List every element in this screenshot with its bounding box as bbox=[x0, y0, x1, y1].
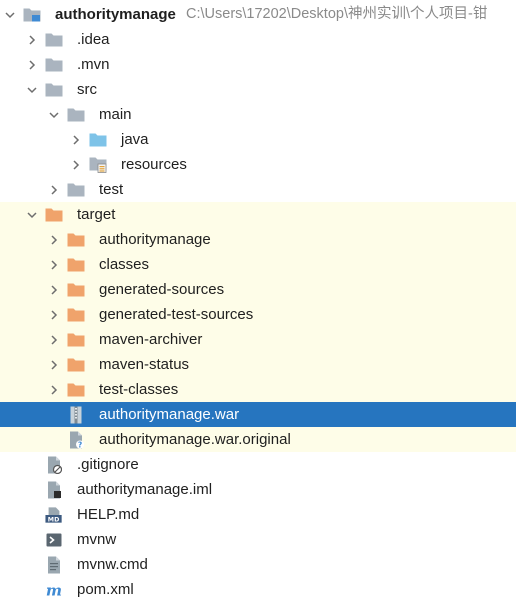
project-path: C:\Users\17202\Desktop\神州实训\个人项目-钳 bbox=[186, 6, 488, 22]
chevron-right-icon[interactable] bbox=[46, 377, 62, 402]
tree-item-label: maven-status bbox=[99, 356, 190, 373]
folder-orange-icon bbox=[67, 231, 85, 248]
chevron-right-icon[interactable] bbox=[46, 302, 62, 327]
tree-row-project-root[interactable]: authoritymanage C:\Users\17202\Desktop\神州… bbox=[0, 2, 516, 27]
chevron-down-icon[interactable] bbox=[24, 202, 40, 227]
resources-folder-icon bbox=[89, 156, 107, 173]
tree-item-label: src bbox=[77, 81, 97, 98]
chevron-down-icon[interactable] bbox=[46, 102, 62, 127]
tree-row-mvnw-cmd[interactable]: mvnw.cmd bbox=[0, 552, 516, 577]
tree-row-generated-test-sources[interactable]: generated-test-sources bbox=[0, 302, 516, 327]
chevron-right-icon[interactable] bbox=[46, 327, 62, 352]
tree-row-target-authoritymanage[interactable]: authoritymanage bbox=[0, 227, 516, 252]
tree-item-label: authoritymanage.iml bbox=[77, 481, 213, 498]
chevron-right-icon[interactable] bbox=[46, 177, 62, 202]
tree-item-label: java bbox=[121, 131, 149, 148]
module-folder-icon bbox=[23, 6, 41, 23]
tree-row-mvnw[interactable]: mvnw bbox=[0, 527, 516, 552]
chevron-right-icon[interactable] bbox=[46, 277, 62, 302]
folder-orange-icon bbox=[67, 306, 85, 323]
tree-item-label: target bbox=[77, 206, 116, 223]
maven-pom-icon: m bbox=[45, 581, 63, 598]
chevron-down-icon[interactable] bbox=[24, 77, 40, 102]
ignore-file-icon bbox=[45, 456, 63, 474]
tree-row-maven-status[interactable]: maven-status bbox=[0, 352, 516, 377]
folder-gray-icon bbox=[67, 181, 85, 198]
folder-orange-icon bbox=[67, 281, 85, 298]
tree-item-label: .mvn bbox=[77, 56, 110, 73]
tree-item-label: mvnw bbox=[77, 531, 117, 548]
tree-item-label: .idea bbox=[77, 31, 110, 48]
iml-file-icon bbox=[45, 481, 63, 498]
tree-row-mvn[interactable]: .mvn bbox=[0, 52, 516, 77]
chevron-right-icon[interactable] bbox=[24, 52, 40, 77]
tree-row-resources[interactable]: resources bbox=[0, 152, 516, 177]
chevron-right-icon[interactable] bbox=[46, 252, 62, 277]
tree-item-label: generated-test-sources bbox=[99, 306, 254, 323]
tree-row-test-classes[interactable]: test-classes bbox=[0, 377, 516, 402]
tree-row-generated-sources[interactable]: generated-sources bbox=[0, 277, 516, 302]
tree-row-war[interactable]: authoritymanage.war bbox=[0, 402, 516, 427]
folder-orange-icon bbox=[67, 256, 85, 273]
svg-text:?: ? bbox=[78, 440, 82, 449]
tree-item-label: main bbox=[99, 106, 132, 123]
shell-script-icon bbox=[45, 531, 63, 548]
tree-item-label: authoritymanage bbox=[99, 231, 211, 248]
tree-item-label: resources bbox=[121, 156, 187, 173]
folder-orange-icon bbox=[67, 381, 85, 398]
folder-orange-icon bbox=[45, 206, 63, 223]
folder-gray-icon bbox=[45, 31, 63, 48]
svg-text:MD: MD bbox=[48, 516, 60, 523]
archive-file-icon bbox=[67, 406, 85, 423]
tree-item-label: pom.xml bbox=[77, 581, 134, 598]
chevron-right-icon[interactable] bbox=[46, 352, 62, 377]
tree-row-main[interactable]: main bbox=[0, 102, 516, 127]
tree-item-label: test-classes bbox=[99, 381, 179, 398]
tree-item-label: test bbox=[99, 181, 124, 198]
tree-item-label: maven-archiver bbox=[99, 331, 203, 348]
project-tree: authoritymanage C:\Users\17202\Desktop\神州… bbox=[0, 2, 516, 602]
tree-row-target[interactable]: target bbox=[0, 202, 516, 227]
folder-blue-icon bbox=[89, 131, 107, 148]
folder-gray-icon bbox=[45, 56, 63, 73]
tree-row-iml[interactable]: authoritymanage.iml bbox=[0, 477, 516, 502]
tree-item-label: authoritymanage.war bbox=[99, 406, 240, 423]
tree-row-java[interactable]: java bbox=[0, 127, 516, 152]
chevron-down-icon[interactable] bbox=[2, 2, 18, 27]
tree-row-help-md[interactable]: MD HELP.md bbox=[0, 502, 516, 527]
tree-item-label: classes bbox=[99, 256, 150, 273]
tree-item-label: generated-sources bbox=[99, 281, 225, 298]
tree-row-test[interactable]: test bbox=[0, 177, 516, 202]
markdown-file-icon: MD bbox=[45, 506, 63, 523]
chevron-right-icon[interactable] bbox=[24, 27, 40, 52]
tree-row-src[interactable]: src bbox=[0, 77, 516, 102]
tree-item-label: .gitignore bbox=[77, 456, 139, 473]
tree-row-maven-archiver[interactable]: maven-archiver bbox=[0, 327, 516, 352]
tree-row-idea[interactable]: .idea bbox=[0, 27, 516, 52]
tree-item-label: authoritymanage bbox=[55, 6, 176, 23]
tree-row-classes[interactable]: classes bbox=[0, 252, 516, 277]
chevron-right-icon[interactable] bbox=[68, 127, 84, 152]
unknown-file-icon: ? bbox=[67, 431, 85, 449]
text-file-icon bbox=[45, 556, 63, 573]
folder-orange-icon bbox=[67, 356, 85, 373]
tree-item-label: mvnw.cmd bbox=[77, 556, 148, 573]
tree-item-label: HELP.md bbox=[77, 506, 140, 523]
tree-row-gitignore[interactable]: .gitignore bbox=[0, 452, 516, 477]
folder-gray-icon bbox=[67, 106, 85, 123]
chevron-right-icon[interactable] bbox=[46, 227, 62, 252]
tree-row-war-original[interactable]: ? authoritymanage.war.original bbox=[0, 427, 516, 452]
tree-item-label: authoritymanage.war.original bbox=[99, 431, 291, 448]
folder-gray-icon bbox=[45, 81, 63, 98]
chevron-right-icon[interactable] bbox=[68, 152, 84, 177]
folder-orange-icon bbox=[67, 331, 85, 348]
tree-row-pom[interactable]: m pom.xml bbox=[0, 577, 516, 602]
svg-text:m: m bbox=[46, 582, 62, 598]
